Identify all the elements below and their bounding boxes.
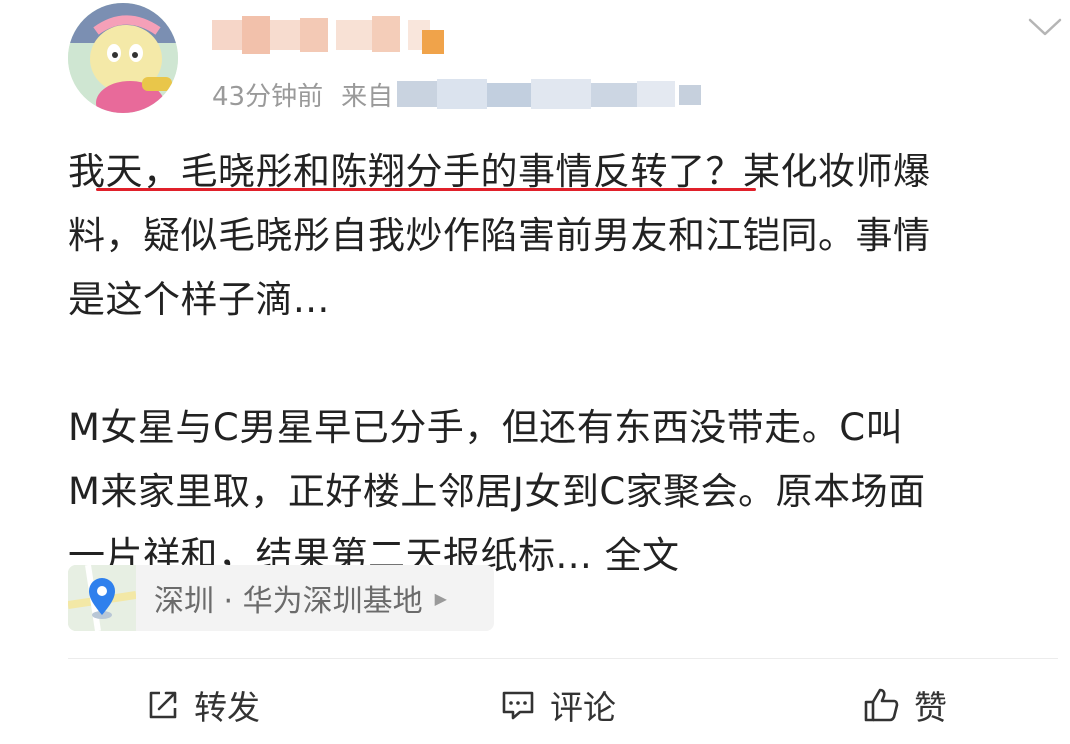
repost-label: 转发 [194, 688, 260, 727]
source-prefix: 来自 [341, 81, 394, 112]
location-label: 深圳 · 华为深圳基地 [154, 584, 423, 619]
source-redacted[interactable] [397, 79, 707, 109]
red-underline-annotation [96, 188, 756, 191]
post-line: 我天，毛晓彤和陈翔分手的事情反转了？某化妆师爆 [68, 150, 931, 193]
comment-icon [502, 691, 534, 720]
thumbs-up-icon [864, 688, 899, 722]
post-line: 是这个样子滴... [68, 278, 330, 321]
comment-button[interactable]: 评论 [500, 680, 616, 730]
location-map-thumbnail [68, 565, 137, 631]
post-time: 43分钟前 [212, 81, 324, 112]
post-line: 料，疑似毛晓彤自我炒作陷害前男友和江铠同。事情 [68, 214, 931, 257]
like-button[interactable]: 赞 [862, 680, 947, 730]
post-line: M女星与C男星早已分手，但还有东西没带走。C叫 [68, 406, 904, 449]
divider [68, 658, 1058, 659]
like-label: 赞 [914, 688, 947, 727]
post-meta: 43分钟前 来自 [212, 74, 707, 114]
location-tag[interactable]: 深圳 · 华为深圳基地 ▶ [68, 565, 494, 631]
full-text-link[interactable]: 全文 [605, 534, 680, 577]
location-pin-icon [68, 565, 137, 631]
chevron-right-icon: ▶ [434, 588, 447, 608]
weibo-post-card: 43分钟前 来自 我天，毛晓彤和陈翔分手的事情反转了？某化妆师爆 料，疑似毛晓彤… [0, 0, 1070, 744]
user-avatar-icon[interactable] [68, 3, 178, 113]
repost-icon [149, 691, 177, 719]
chevron-down-icon[interactable] [1022, 12, 1068, 42]
post-body[interactable]: 我天，毛晓彤和陈翔分手的事情反转了？某化妆师爆 料，疑似毛晓彤自我炒作陷害前男友… [68, 140, 1058, 588]
repost-button[interactable]: 转发 [146, 680, 260, 730]
comment-label: 评论 [550, 688, 616, 727]
username-redacted[interactable] [212, 14, 458, 60]
post-line: M来家里取，正好楼上邻居J女到C家聚会。原本场面 [68, 470, 926, 513]
